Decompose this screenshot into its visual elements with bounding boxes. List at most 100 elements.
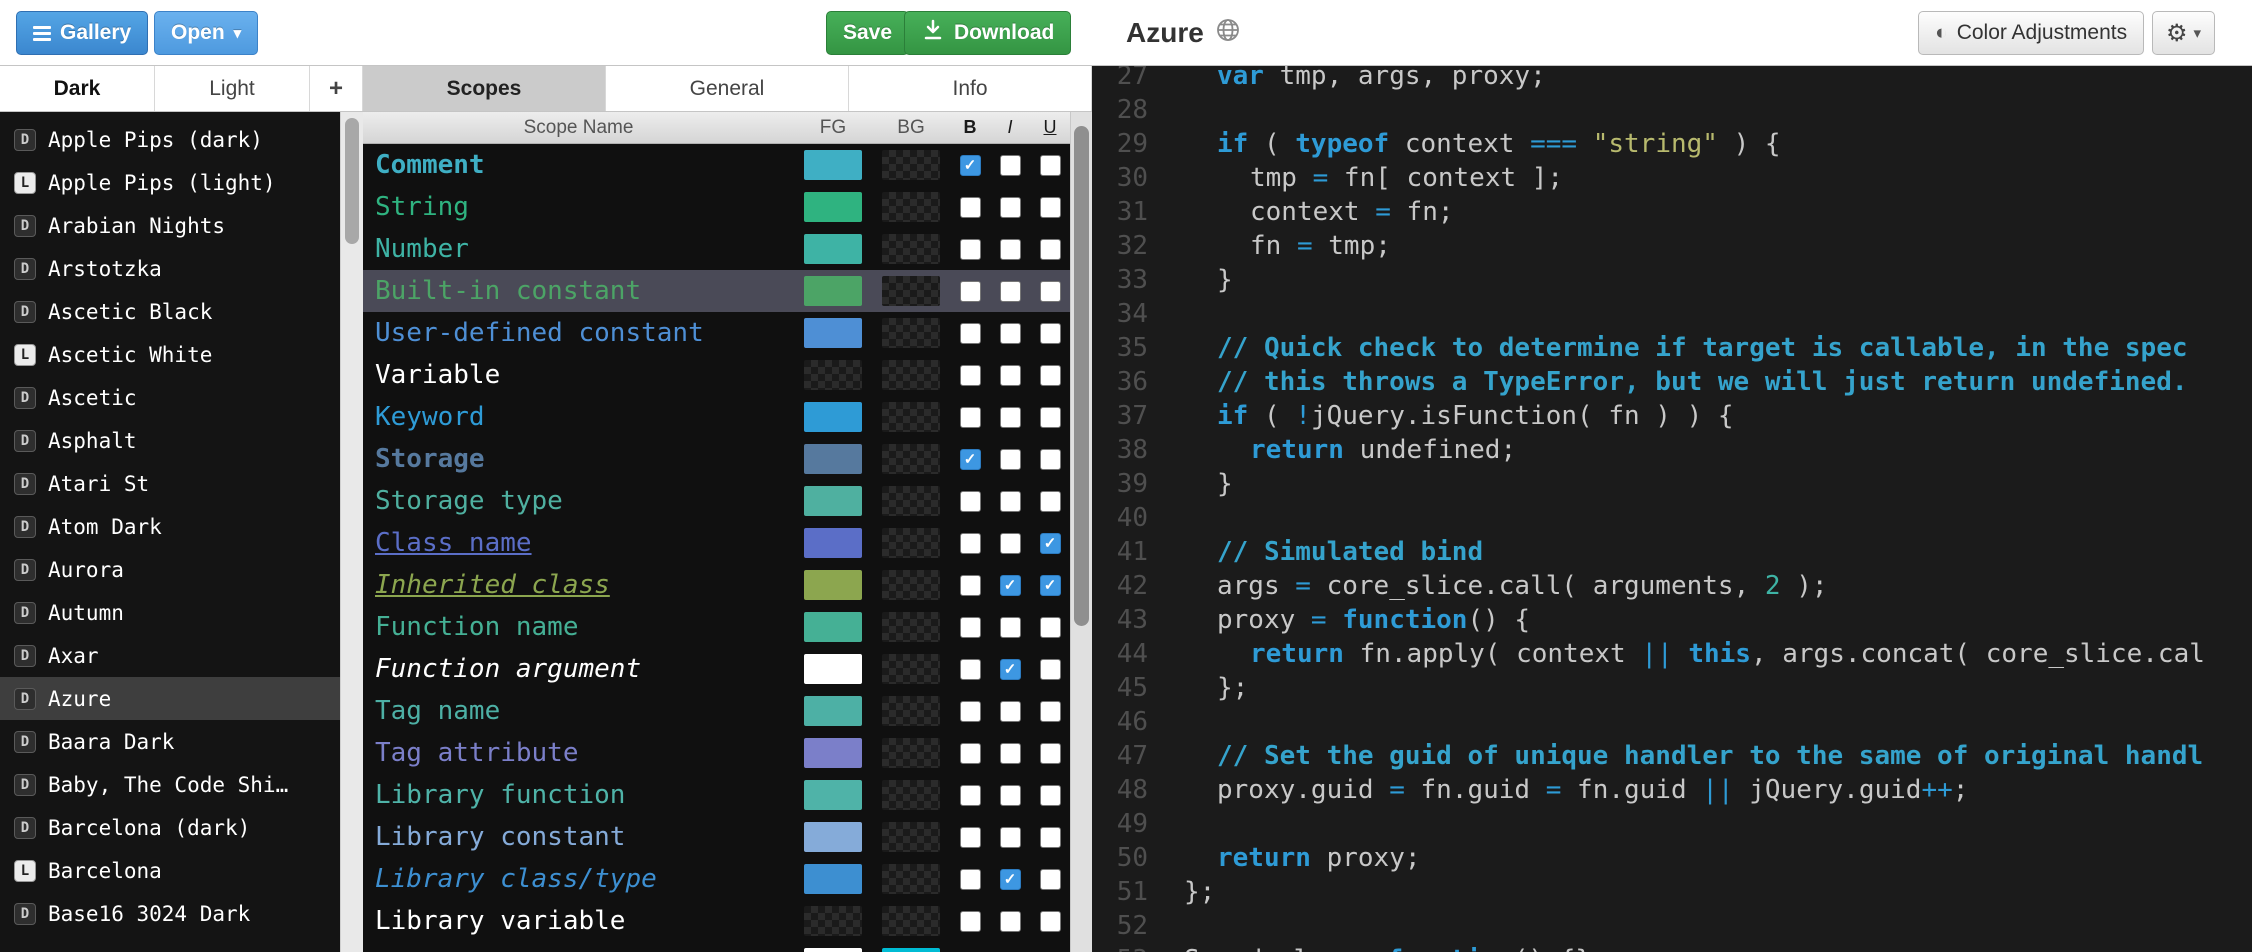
open-button[interactable]: Open ▾ <box>154 11 259 55</box>
theme-list-item[interactable]: D Apple Pips (dark) <box>0 118 363 161</box>
theme-list-item[interactable]: D Arstotzka <box>0 247 363 290</box>
theme-list-item[interactable]: D Baara Dark <box>0 720 363 763</box>
fg-color-swatch[interactable] <box>804 528 862 558</box>
b-checkbox[interactable] <box>959 742 981 764</box>
bg-color-swatch[interactable] <box>882 360 940 390</box>
fg-color-swatch[interactable] <box>804 486 862 516</box>
scope-name[interactable]: Keyword <box>363 402 794 432</box>
fg-color-swatch[interactable] <box>804 696 862 726</box>
gallery-button[interactable]: Gallery <box>16 11 149 55</box>
bg-color-swatch[interactable] <box>882 864 940 894</box>
fg-color-swatch[interactable] <box>804 780 862 810</box>
scope-name[interactable]: Function argument <box>363 654 794 684</box>
bg-color-swatch[interactable] <box>882 150 940 180</box>
tab-general[interactable]: General <box>606 66 849 111</box>
scope-row[interactable]: Storage type <box>363 480 1070 522</box>
u-checkbox[interactable] <box>1039 280 1061 302</box>
bg-color-swatch[interactable] <box>882 612 940 642</box>
i-checkbox[interactable] <box>999 742 1021 764</box>
scope-name[interactable]: Number <box>363 234 794 264</box>
u-checkbox[interactable] <box>1039 196 1061 218</box>
i-checkbox[interactable] <box>999 826 1021 848</box>
i-checkbox[interactable]: ✓ <box>999 574 1021 596</box>
fg-color-swatch[interactable] <box>804 150 862 180</box>
theme-list-item[interactable]: D Arabian Nights <box>0 204 363 247</box>
u-checkbox[interactable] <box>1039 658 1061 680</box>
b-checkbox[interactable] <box>959 364 981 386</box>
theme-list-item[interactable]: D Ascetic Black <box>0 290 363 333</box>
theme-list-item[interactable]: D Azure <box>0 677 363 720</box>
b-checkbox[interactable] <box>959 532 981 554</box>
fg-color-swatch[interactable] <box>804 192 862 222</box>
b-checkbox[interactable] <box>959 658 981 680</box>
u-checkbox[interactable] <box>1039 700 1061 722</box>
bg-color-swatch[interactable] <box>882 444 940 474</box>
bg-color-swatch[interactable] <box>882 696 940 726</box>
fg-color-swatch[interactable] <box>804 276 862 306</box>
i-checkbox[interactable] <box>999 784 1021 806</box>
i-checkbox[interactable] <box>999 322 1021 344</box>
u-checkbox[interactable] <box>1039 238 1061 260</box>
i-checkbox[interactable] <box>999 910 1021 932</box>
code-preview[interactable]: 27 var tmp, args, proxy; 28 29 if ( typeof c… <box>1092 66 2252 952</box>
fg-color-swatch[interactable] <box>804 822 862 852</box>
scope-name[interactable]: Library variable <box>363 906 794 936</box>
theme-list-item[interactable]: D Aurora <box>0 548 363 591</box>
scope-row[interactable]: Library constant <box>363 816 1070 858</box>
u-checkbox[interactable] <box>1039 742 1061 764</box>
i-checkbox[interactable] <box>999 238 1021 260</box>
scope-name[interactable]: Library class/type <box>363 864 794 894</box>
scope-row[interactable]: Variable <box>363 354 1070 396</box>
b-checkbox[interactable] <box>959 700 981 722</box>
i-checkbox[interactable] <box>999 616 1021 638</box>
bg-color-swatch[interactable] <box>882 234 940 264</box>
scope-row[interactable]: Tag name <box>363 690 1070 732</box>
bg-color-swatch[interactable] <box>882 192 940 222</box>
tab-scopes[interactable]: Scopes <box>363 66 606 111</box>
theme-list-item[interactable]: D Axar <box>0 634 363 677</box>
scope-name[interactable]: Variable <box>363 360 794 390</box>
b-checkbox[interactable] <box>959 826 981 848</box>
i-checkbox[interactable] <box>999 532 1021 554</box>
scope-row[interactable]: Built-in constant <box>363 270 1070 312</box>
i-checkbox[interactable] <box>999 490 1021 512</box>
bg-color-swatch[interactable] <box>882 570 940 600</box>
theme-list-item[interactable]: D Atari St <box>0 462 363 505</box>
u-checkbox[interactable] <box>1039 616 1061 638</box>
theme-list-item[interactable]: D Base16 3024 Dark <box>0 892 363 935</box>
bg-color-swatch[interactable] <box>882 906 940 936</box>
fg-color-swatch[interactable] <box>804 318 862 348</box>
fg-color-swatch[interactable] <box>804 906 862 936</box>
b-checkbox[interactable] <box>959 280 981 302</box>
fg-color-swatch[interactable] <box>804 738 862 768</box>
i-checkbox[interactable] <box>999 364 1021 386</box>
scope-row[interactable]: Number <box>363 228 1070 270</box>
scope-name[interactable]: Tag attribute <box>363 738 794 768</box>
scope-name[interactable]: Function name <box>363 612 794 642</box>
theme-list-item[interactable]: D Autumn <box>0 591 363 634</box>
scrollbar-thumb[interactable] <box>345 118 359 244</box>
scope-name[interactable]: User-defined constant <box>363 318 794 348</box>
scope-name[interactable]: Class name <box>363 528 794 558</box>
bg-color-swatch[interactable] <box>882 402 940 432</box>
i-checkbox[interactable] <box>999 448 1021 470</box>
theme-list-item[interactable]: D Atom Dark <box>0 505 363 548</box>
scope-row[interactable]: Comment ✓ <box>363 144 1070 186</box>
theme-list-item[interactable]: D Asphalt <box>0 419 363 462</box>
u-checkbox[interactable]: ✓ <box>1039 532 1061 554</box>
b-checkbox[interactable] <box>959 196 981 218</box>
u-checkbox[interactable] <box>1039 322 1061 344</box>
u-checkbox[interactable] <box>1039 406 1061 428</box>
i-checkbox[interactable] <box>999 280 1021 302</box>
globe-icon[interactable] <box>1215 17 1241 50</box>
scope-row[interactable]: User-defined constant <box>363 312 1070 354</box>
theme-list-item[interactable]: D Ascetic <box>0 376 363 419</box>
theme-list-item[interactable]: D Barcelona (dark) <box>0 806 363 849</box>
tab-add-theme[interactable]: + <box>310 66 363 111</box>
scope-name[interactable]: Built-in constant <box>363 276 794 306</box>
u-checkbox[interactable] <box>1039 490 1061 512</box>
u-checkbox[interactable] <box>1039 784 1061 806</box>
b-checkbox[interactable] <box>959 868 981 890</box>
b-checkbox[interactable] <box>959 406 981 428</box>
b-checkbox[interactable] <box>959 238 981 260</box>
